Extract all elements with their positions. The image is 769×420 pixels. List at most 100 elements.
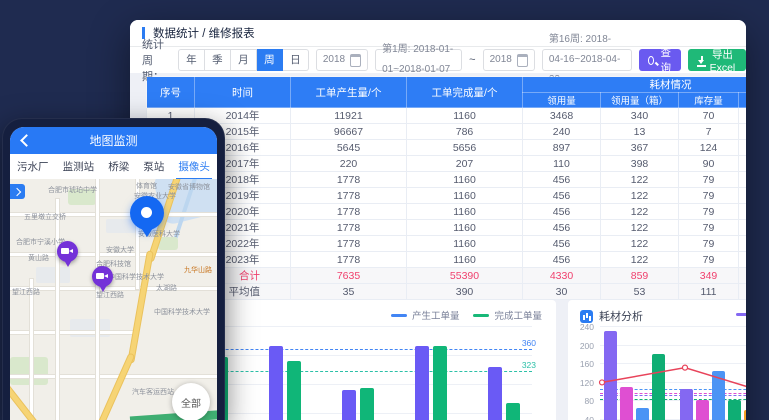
show-all-button[interactable]: 全部 — [172, 383, 210, 420]
y-tick-label: 80 — [585, 396, 594, 406]
map-label: 中国科学技术大学 — [108, 272, 164, 282]
map-expand-button[interactable] — [10, 184, 25, 199]
year-end-select[interactable]: 2018 — [483, 49, 535, 71]
table-cell: 1160 — [407, 236, 523, 252]
map-label: 五里墩立交桥 — [24, 212, 66, 222]
table-cell: 122 — [601, 252, 679, 268]
table-row: 42017年2202071103989019 — [147, 156, 747, 172]
table-cell: 67 — [739, 252, 747, 268]
range-tilde: ~ — [469, 54, 475, 66]
table-cell: 124 — [679, 140, 739, 156]
table-cell: 3468 — [523, 108, 601, 124]
table-row: 22015年96667786240137690 — [147, 124, 747, 140]
table-cell: 1160 — [407, 204, 523, 220]
table-cell: 79 — [679, 172, 739, 188]
map-label: 安徽大学 — [106, 245, 134, 255]
main-road — [10, 380, 41, 420]
camera-pin-icon[interactable] — [57, 241, 78, 262]
bar-产生工单量 — [269, 346, 283, 420]
table-cell: 79 — [679, 252, 739, 268]
consumable-bar-line-chart — [600, 326, 746, 420]
export-excel-button[interactable]: 导出Excel — [688, 49, 746, 71]
table-cell: 250 — [739, 108, 747, 124]
tab-桥梁[interactable]: 桥梁 — [108, 156, 129, 177]
tab-污水厂[interactable]: 污水厂 — [17, 156, 49, 177]
calendar-icon — [517, 54, 528, 67]
week-range-end-input[interactable]: 第16周: 2018-04-16~2018-04-22 — [542, 49, 632, 71]
table-cell: 240 — [523, 124, 601, 140]
back-icon[interactable] — [20, 134, 33, 147]
bar-完成工单量 — [506, 403, 520, 420]
selected-camera-marker[interactable] — [130, 196, 164, 230]
table-cell: 5645 — [291, 140, 407, 156]
table-cell: 67 — [739, 172, 747, 188]
phone-header: 地图监测 — [10, 127, 217, 154]
report-table-zone: 序号时间工单产生量/个工单完成量/个耗材情况领用量领用量（箱）库存量入库量120… — [146, 76, 746, 300]
bar-产生工单量 — [342, 390, 356, 420]
bar-完成工单量 — [360, 388, 374, 420]
table-cell: 220 — [291, 156, 407, 172]
consumable-chart-legend — [736, 313, 746, 316]
total-row: 合计7635553904330859349334 — [147, 268, 747, 284]
table-cell: 122 — [601, 172, 679, 188]
park-area — [10, 357, 48, 385]
y-tick-label: 240 — [580, 322, 594, 332]
group-header: 耗材情况 — [523, 77, 747, 93]
query-button[interactable]: 查询 — [639, 49, 682, 71]
map-view[interactable]: 合肥市琥珀中学体育馆安徽农业大学安徽省博物馆五里墩立交桥安徽医科大学合肥市宁溪小… — [10, 179, 217, 420]
bar-产生工单量 — [415, 346, 429, 420]
table-cell: 1160 — [407, 220, 523, 236]
camera-pin-icon[interactable] — [92, 266, 113, 287]
table-cell: 456 — [523, 236, 601, 252]
phone-tab-bar: 污水厂监测站桥梁泵站摄像头 — [10, 154, 217, 180]
period-option-年[interactable]: 年 — [178, 49, 205, 71]
year-start-select[interactable]: 2018 — [316, 49, 368, 71]
table-cell: 1160 — [407, 252, 523, 268]
city-block — [70, 319, 110, 337]
period-option-日[interactable]: 日 — [283, 49, 309, 71]
table-cell: 19 — [739, 156, 747, 172]
report-table: 序号时间工单产生量/个工单完成量/个耗材情况领用量领用量（箱）库存量入库量120… — [146, 76, 746, 300]
table-cell: 1778 — [291, 220, 407, 236]
legend-item: 完成工单量 — [473, 308, 542, 322]
sub-column-header: 入库量 — [739, 93, 747, 108]
phone-title: 地图监测 — [89, 132, 137, 149]
table-cell: 5656 — [407, 140, 523, 156]
year-end-value: 2018 — [490, 50, 512, 70]
trend-line — [600, 326, 746, 420]
week-range-start-input[interactable]: 第1周: 2018-01-01~2018-01-07 — [375, 49, 462, 71]
legend-item: 产生工单量 — [391, 308, 460, 322]
period-option-季[interactable]: 季 — [205, 49, 231, 71]
map-label: 九华山路 — [184, 265, 212, 275]
map-label: 安徽省博物馆 — [168, 182, 210, 192]
column-header: 工单完成量/个 — [407, 77, 523, 108]
consumable-chart-card: 耗材分析 2402001601208040 — [568, 300, 746, 420]
period-option-周[interactable]: 周 — [257, 49, 283, 71]
table-cell: 79 — [679, 204, 739, 220]
download-icon — [697, 56, 703, 65]
y-tick-label: 120 — [580, 378, 594, 388]
table-row: 82021年177811604561227967 — [147, 220, 747, 236]
table-cell: 786 — [407, 124, 523, 140]
bar-完成工单量 — [287, 361, 301, 420]
sub-column-header: 库存量 — [679, 93, 739, 108]
tab-泵站[interactable]: 泵站 — [143, 156, 164, 177]
map-label: 体育馆 — [136, 181, 157, 191]
table-cell: 1778 — [291, 204, 407, 220]
table-cell: 13 — [601, 124, 679, 140]
y-tick-label: 160 — [580, 359, 594, 369]
reference-line-label: 323 — [522, 360, 536, 370]
tab-摄像头[interactable]: 摄像头 — [178, 156, 210, 177]
table-cell: 122 — [601, 188, 679, 204]
column-header: 工单产生量/个 — [291, 77, 407, 108]
desktop-background: 数据统计 / 维修报表 统计周期： 年季月周日 2018 第1周: 2018-0… — [0, 0, 769, 420]
map-label: 太湖路 — [156, 283, 177, 293]
period-option-月[interactable]: 月 — [231, 49, 257, 71]
workorder-chart-legend: 产生工单量完成工单量 — [391, 308, 542, 322]
tab-监测站[interactable]: 监测站 — [63, 156, 95, 177]
phone-screen: 地图监测 污水厂监测站桥梁泵站摄像头 — [10, 127, 217, 420]
map-label: 黄山路 — [28, 253, 49, 263]
table-cell: 79 — [679, 220, 739, 236]
table-cell: 340 — [601, 108, 679, 124]
table-cell: 456 — [523, 252, 601, 268]
